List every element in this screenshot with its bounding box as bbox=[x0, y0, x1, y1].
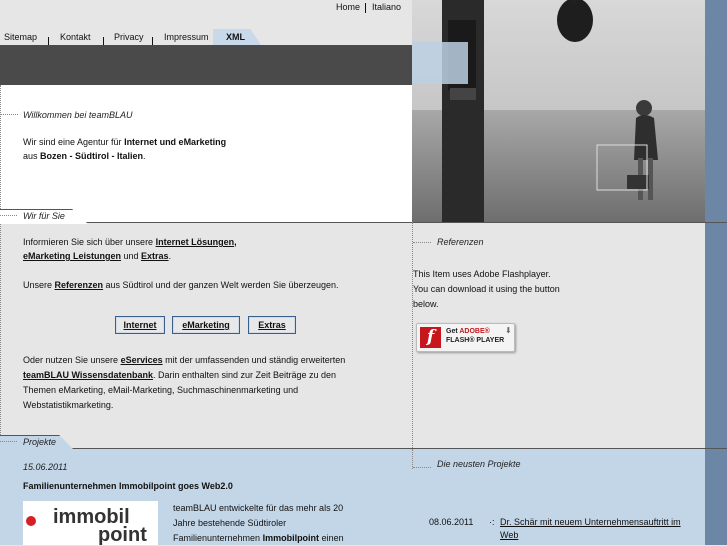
extras-link[interactable]: Extras bbox=[141, 251, 169, 261]
projekte-text-2: Jahre bestehende Südtiroler bbox=[173, 518, 287, 528]
italiano-link[interactable]: Italiano bbox=[372, 2, 401, 12]
wir-para-1-line-1: Informieren Sie sich über unsere Interne… bbox=[23, 237, 237, 247]
flash-note-line-1: This Item uses Adobe Flashplayer. bbox=[413, 269, 551, 279]
welcome-title: Willkommen bei teamBLAU bbox=[23, 110, 133, 120]
wir-text: Oder nutzen Sie unsere bbox=[23, 355, 121, 365]
column-dotted-rule bbox=[412, 449, 414, 469]
home-link[interactable]: Home bbox=[336, 2, 360, 12]
flash-note-line-2: You can download it using the button bbox=[413, 284, 560, 294]
referenzen-title: Referenzen bbox=[437, 237, 484, 247]
bullet-arrow-icon: ·: bbox=[489, 517, 495, 527]
neueste-title: Die neusten Projekte bbox=[437, 459, 521, 469]
welcome-strong: Bozen - Südtirol - Italien bbox=[40, 151, 144, 161]
neueste-date: 08.06.2011 bbox=[429, 517, 474, 527]
get-flash-player-button[interactable]: f Get ADOBE® FLASH® PLAYER ⬇ bbox=[416, 323, 515, 352]
wissensdatenbank-link[interactable]: teamBLAU Wissensdatenbank bbox=[23, 370, 153, 380]
wir-para-3-line-3: Themen eMarketing, eMail-Marketing, Such… bbox=[23, 385, 299, 395]
download-arrow-icon: ⬇ bbox=[505, 326, 512, 335]
title-dots bbox=[0, 215, 17, 217]
tab-impressum[interactable]: Impressum bbox=[164, 32, 209, 42]
wir-text: mit der umfassenden und ständig erweiter… bbox=[162, 355, 346, 365]
wir-text: . bbox=[168, 251, 172, 261]
side-accent-bar bbox=[705, 0, 727, 545]
projekte-text-3: Familienunternehmen Immobilpoint einen bbox=[173, 533, 344, 543]
flash-adobe-text: ADOBE® bbox=[459, 328, 490, 335]
welcome-text: Wir sind eine Agentur für bbox=[23, 137, 125, 147]
internet-button[interactable]: Internet bbox=[115, 316, 165, 334]
tab-sitemap[interactable]: Sitemap bbox=[4, 32, 37, 42]
logo-text-2: point bbox=[98, 524, 147, 546]
wir-text: Unsere bbox=[23, 280, 55, 290]
welcome-text: . bbox=[143, 151, 146, 161]
welcome-strong: Internet und eMarketing bbox=[124, 137, 227, 147]
referenzen-link[interactable]: Referenzen bbox=[55, 280, 104, 290]
section-rule bbox=[0, 222, 727, 223]
hero-photo-image bbox=[412, 0, 705, 222]
title-dots bbox=[0, 114, 18, 116]
projekte-title: Projekte bbox=[23, 437, 57, 447]
section-rule bbox=[0, 448, 727, 449]
welcome-line-1: Wir sind eine Agentur für Internet und e… bbox=[23, 137, 226, 147]
flash-get-label: Get ADOBE® bbox=[446, 328, 490, 335]
projekte-headline[interactable]: Familienunternehmen Immobilpoint goes We… bbox=[23, 481, 233, 491]
wir-text: . Darin enthalten sind zur Zeit Beiträge… bbox=[152, 370, 337, 380]
wir-para-3-line-2: teamBLAU Wissensdatenbank. Darin enthalt… bbox=[23, 370, 336, 380]
flash-icon: f bbox=[420, 327, 441, 348]
welcome-text: aus bbox=[23, 151, 41, 161]
top-nav: Home Italiano bbox=[330, 2, 401, 13]
title-dots bbox=[0, 441, 17, 443]
wir-text: und bbox=[121, 251, 142, 261]
immobilpoint-logo[interactable]: immobil point bbox=[23, 501, 158, 545]
title-dots bbox=[413, 467, 431, 469]
tab-bar: Sitemap Kontakt Privacy Impressum XML bbox=[0, 29, 412, 46]
welcome-line-2: aus Bozen - Südtirol - Italien. bbox=[23, 151, 146, 161]
projekte-text: einen bbox=[319, 533, 344, 543]
neueste-link-line-2[interactable]: Web bbox=[500, 530, 518, 540]
header-bar bbox=[0, 45, 412, 85]
wir-title: Wir für Sie bbox=[23, 211, 65, 221]
wir-text: , bbox=[234, 237, 237, 247]
projekte-text: Familienunternehmen bbox=[173, 533, 263, 543]
wir-para-1-line-2: eMarketing Leistungen und Extras. bbox=[23, 251, 171, 261]
projekte-date: 15.06.2011 bbox=[23, 462, 68, 472]
nav-divider bbox=[364, 2, 366, 13]
tab-kontakt[interactable]: Kontakt bbox=[60, 32, 91, 42]
flash-player-label: FLASH® PLAYER bbox=[446, 337, 505, 344]
wir-para-2: Unsere Referenzen aus Südtirol und der g… bbox=[23, 280, 339, 290]
tab-xml-label: XML bbox=[226, 32, 245, 42]
tab-privacy[interactable]: Privacy bbox=[114, 32, 144, 42]
logo-dot-icon bbox=[26, 516, 36, 526]
neueste-link-line-1[interactable]: Dr. Schär mit neuem Unternehmensauftritt… bbox=[500, 517, 681, 527]
wir-para-3-line-1: Oder nutzen Sie unsere eServices mit der… bbox=[23, 355, 345, 365]
projekte-text-1: teamBLAU entwickelte für das mehr als 20 bbox=[173, 503, 344, 513]
projekte-strong: Immobilpoint bbox=[262, 533, 320, 543]
emarketing-leistungen-link[interactable]: eMarketing Leistungen bbox=[23, 251, 121, 261]
extras-button[interactable]: Extras bbox=[248, 316, 296, 334]
flash-get-text: Get bbox=[446, 328, 460, 335]
flash-note-line-3: below. bbox=[413, 299, 439, 309]
title-dots bbox=[413, 242, 431, 244]
hero-photo bbox=[412, 0, 705, 222]
wir-text: aus Südtirol und der ganzen Welt werden … bbox=[103, 280, 339, 290]
eservices-link[interactable]: eServices bbox=[121, 355, 163, 365]
emarketing-button[interactable]: eMarketing bbox=[172, 316, 240, 334]
wir-para-3-line-4: Webstatistikmarketing. bbox=[23, 400, 114, 410]
internet-loesungen-link[interactable]: Internet Lösungen bbox=[156, 237, 235, 247]
wir-text: Informieren Sie sich über unsere bbox=[23, 237, 156, 247]
tab-xml[interactable]: XML bbox=[213, 29, 261, 45]
column-dotted-rule bbox=[412, 222, 414, 448]
